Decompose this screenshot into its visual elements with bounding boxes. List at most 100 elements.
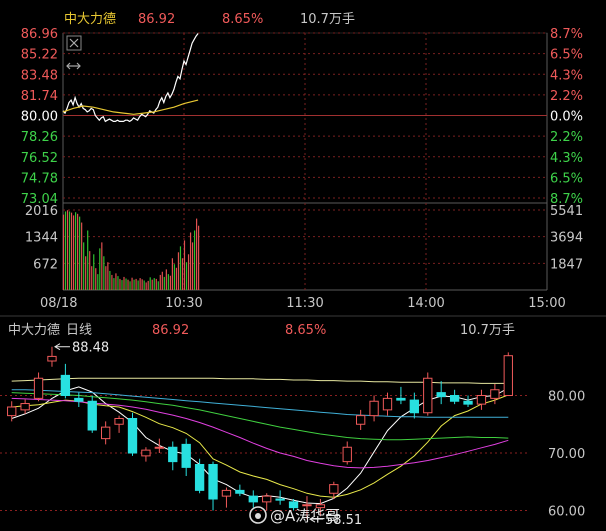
pan-arrows-icon[interactable] <box>66 62 81 70</box>
candle-body <box>7 406 17 417</box>
candle-body <box>409 399 420 414</box>
candle <box>141 447 151 462</box>
candle <box>208 461 218 511</box>
candle <box>449 389 460 405</box>
price-axis-label: 80.00 <box>21 110 58 125</box>
pct-axis-label: 2.2% <box>550 130 583 145</box>
intraday-price: 86.92 <box>138 12 175 27</box>
candle <box>60 363 71 399</box>
candle <box>154 438 165 453</box>
candle-body <box>302 504 312 507</box>
candle <box>355 409 366 430</box>
candle-body <box>235 489 245 494</box>
kline-axis-label: 80.00 <box>548 390 585 405</box>
candle-body <box>114 418 124 425</box>
candle-body <box>275 498 285 501</box>
candle-body <box>181 443 191 468</box>
ma20-line <box>11 397 509 469</box>
candle-body <box>396 397 406 401</box>
volume-axis-label: 672 <box>33 257 58 272</box>
daily-volume: 10.7万手 <box>460 323 515 338</box>
daily-stock-name: 中大力德 <box>8 323 60 338</box>
time-axis-label: 15:00 <box>528 296 565 311</box>
intraday-change-pct: 8.65% <box>222 12 263 27</box>
price-axis-label: 76.52 <box>21 151 58 166</box>
daily-change-pct: 8.65% <box>285 323 326 338</box>
candle-body <box>449 395 460 402</box>
price-axis-label: 81.74 <box>21 89 58 104</box>
candle <box>33 372 44 402</box>
candle-body <box>476 395 487 405</box>
candle <box>423 372 433 416</box>
intraday-volume: 10.7万手 <box>300 12 355 27</box>
candle <box>87 395 97 433</box>
candle <box>168 441 178 471</box>
pct-axis-label: 6.5% <box>550 48 583 63</box>
candle <box>235 484 245 497</box>
candle-body <box>100 426 111 440</box>
candle <box>463 395 473 407</box>
candle-body <box>127 418 138 454</box>
intraday-stock-name: 中大力德 <box>64 12 116 27</box>
daily-kline-panel: 60.0070.0080.00 88.4858.51 <box>0 341 585 528</box>
pct-axis-label: 8.7% <box>550 27 583 42</box>
candle-body <box>369 400 379 417</box>
candle <box>476 389 487 410</box>
ma60-line <box>11 389 509 418</box>
pct-axis-label: 2.2% <box>550 89 583 104</box>
volume-axis-label-right: 3694 <box>550 231 583 246</box>
ma120-line <box>11 377 509 384</box>
ma30-line <box>11 392 509 441</box>
candle-body <box>503 355 513 396</box>
candle-body <box>60 374 71 396</box>
daily-price: 86.92 <box>152 323 189 338</box>
candle <box>100 421 111 445</box>
candle-body <box>382 397 393 411</box>
intraday-time-axis: 08/18 10:30 11:30 14:00 15:00 <box>40 296 566 311</box>
candle <box>248 490 258 508</box>
candle <box>503 352 513 396</box>
price-axis-label: 78.26 <box>21 130 58 145</box>
price-axis-label: 85.22 <box>21 48 58 63</box>
candle <box>409 392 420 419</box>
candle <box>47 346 57 367</box>
time-axis-label: 14:00 <box>407 296 444 311</box>
time-axis-label: 10:30 <box>165 296 202 311</box>
candle-body <box>355 415 366 425</box>
candle <box>7 401 17 422</box>
candle <box>114 415 124 433</box>
candle <box>396 386 406 405</box>
candle <box>127 412 138 456</box>
candle-body <box>208 464 218 500</box>
daily-period: 日线 <box>66 323 92 338</box>
candle <box>221 487 232 508</box>
candle-body <box>342 446 352 463</box>
candle-body <box>20 403 30 411</box>
ma5-line <box>11 386 509 505</box>
pct-axis-label: 0.0% <box>550 110 583 125</box>
candle-body <box>168 446 178 463</box>
pct-axis-label: 6.5% <box>550 171 583 186</box>
pct-axis-label: 4.3% <box>550 151 583 166</box>
kline-axis-label: 60.00 <box>548 505 585 520</box>
candle <box>342 441 352 465</box>
candle <box>194 458 205 494</box>
candle <box>436 381 446 405</box>
candle-body <box>436 392 446 398</box>
candle-body <box>154 446 165 449</box>
watermark-text: @A涛华哥 <box>270 507 340 525</box>
candle <box>382 392 393 416</box>
candle <box>20 399 30 414</box>
volume-axis-label: 1344 <box>25 231 58 246</box>
high-price-label: 88.48 <box>72 341 109 356</box>
candle <box>74 392 84 407</box>
expand-arrows-icon[interactable] <box>66 35 82 51</box>
price-line <box>62 33 199 123</box>
candle <box>181 438 191 476</box>
volume-axis-label-right: 1847 <box>550 257 583 272</box>
candle-body <box>141 449 151 457</box>
price-axis-label: 74.78 <box>21 171 58 186</box>
price-axis-label: 86.96 <box>21 27 58 42</box>
intraday-price-panel: 86.96 8.7% 85.22 6.5% 83.48 4.3% 81.74 2.2% 80.0… <box>21 27 583 291</box>
candle-body <box>194 464 205 491</box>
